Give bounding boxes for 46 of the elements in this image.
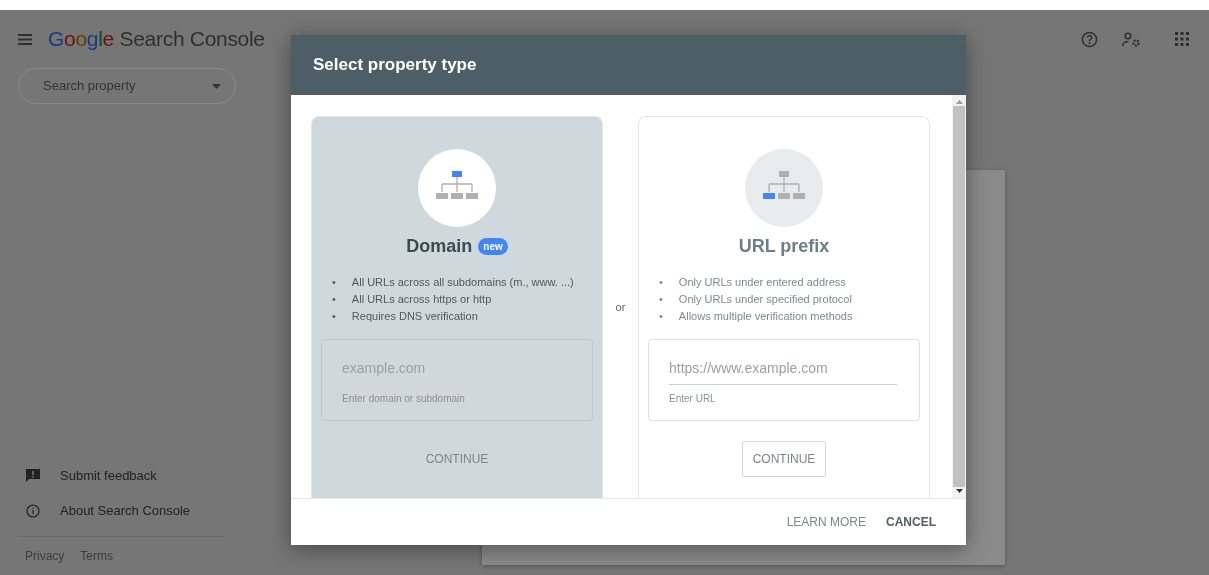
app-logo[interactable]: Google Search Console bbox=[48, 23, 265, 55]
info-icon bbox=[26, 503, 40, 518]
property-type-card[interactable]: Domain new • All URLs across all subdomains (m., www. ...) • All URLs across https or http • Requires DNS verification example.com Enter domain or subdomain CONTINUE bbox=[311, 116, 603, 498]
feature-item: All URLs across all subdomains (m., www. ...) bbox=[351, 275, 574, 290]
field-hint: Enter domain or subdomain bbox=[342, 392, 465, 406]
footer-link[interactable]: Terms bbox=[80, 547, 113, 565]
feature-item: Only URLs under entered address bbox=[678, 275, 846, 290]
sidebar-item[interactable]: About Search Console bbox=[56, 500, 191, 521]
sidebar-item[interactable]: Submit feedback bbox=[56, 465, 157, 486]
separator-label: or bbox=[615, 299, 626, 315]
scrollbar[interactable] bbox=[952, 95, 966, 498]
text-field[interactable]: https://www.example.com Enter URL bbox=[648, 339, 920, 421]
dialog-title: Select property type bbox=[291, 35, 966, 95]
feature-item: All URLs across https or http bbox=[351, 292, 492, 307]
menu-icon[interactable] bbox=[18, 33, 32, 45]
option-title: URL prefix bbox=[738, 235, 830, 258]
action-button[interactable]: CANCEL bbox=[876, 507, 946, 537]
apps-icon[interactable] bbox=[1175, 32, 1189, 46]
option-title: Domain bbox=[406, 235, 473, 258]
feature-item: Allows multiple verification methods bbox=[678, 309, 853, 324]
feature-item: Requires DNS verification bbox=[351, 309, 478, 324]
bullet: • bbox=[659, 275, 663, 290]
input-field[interactable]: https://www.example.com bbox=[669, 356, 897, 385]
feedback-icon bbox=[26, 468, 40, 483]
footer-link[interactable]: Privacy bbox=[25, 547, 65, 565]
search-property-dropdown[interactable]: Search property bbox=[18, 68, 236, 104]
help-icon[interactable] bbox=[1081, 30, 1098, 48]
bullet: • bbox=[332, 309, 336, 324]
new-badge: new bbox=[478, 238, 508, 255]
continue-button[interactable]: CONTINUE bbox=[414, 441, 500, 477]
scroll-down-icon[interactable] bbox=[955, 489, 963, 493]
bullet: • bbox=[659, 309, 663, 324]
text-field[interactable]: example.com Enter domain or subdomain bbox=[321, 339, 593, 421]
dropdown-caret-icon bbox=[212, 83, 221, 89]
bullet: • bbox=[659, 292, 663, 307]
continue-button[interactable]: CONTINUE bbox=[741, 441, 827, 477]
input-field[interactable]: example.com bbox=[342, 356, 570, 385]
bullet: • bbox=[332, 275, 336, 290]
feature-item: Only URLs under specified protocol bbox=[678, 292, 852, 307]
search-property-placeholder: Search property bbox=[43, 77, 136, 96]
user-settings-icon[interactable] bbox=[1122, 31, 1141, 47]
field-hint: Enter URL bbox=[669, 392, 716, 406]
scroll-up-icon[interactable] bbox=[955, 100, 963, 104]
bullet: • bbox=[332, 292, 336, 307]
property-type-card[interactable]: URL prefix • Only URLs under entered address • Only URLs under specified protocol • Allows multiple verification methods https://www.example.com Enter URL CONTINUE bbox=[638, 116, 930, 498]
action-button[interactable]: LEARN MORE bbox=[776, 507, 876, 537]
